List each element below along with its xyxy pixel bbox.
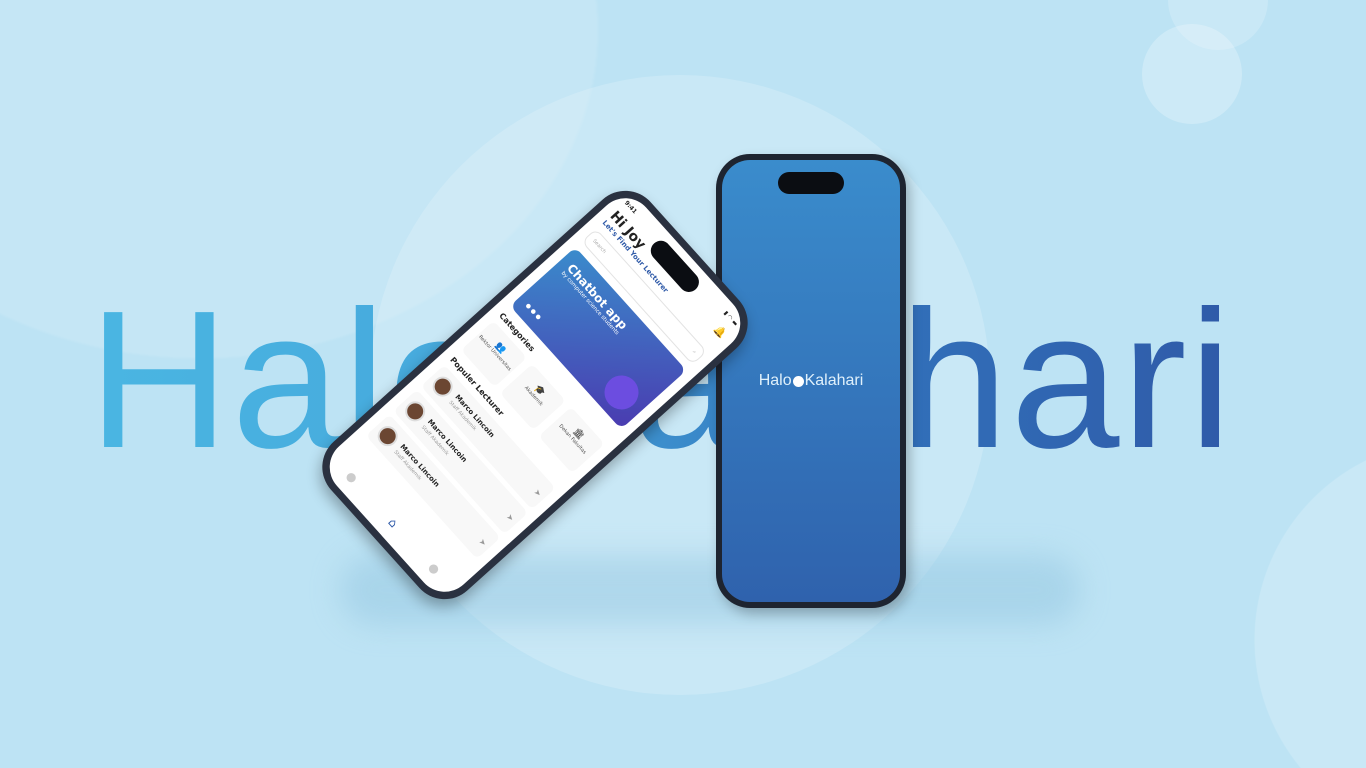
- robot-illustration: [597, 368, 646, 417]
- carousel-dots[interactable]: ●●●: [524, 302, 544, 323]
- app-logo: Halo Kalahari: [758, 372, 864, 389]
- chat-bubble-icon: [792, 375, 804, 387]
- phone-splash: Halo Kalahari: [716, 154, 906, 608]
- chat-icon[interactable]: ●: [343, 469, 360, 486]
- send-icon[interactable]: ➤: [505, 512, 516, 523]
- search-icon: ⌕: [690, 349, 698, 356]
- avatar: [428, 372, 457, 401]
- profile-icon[interactable]: ●: [426, 560, 443, 577]
- dynamic-island: [778, 172, 844, 194]
- send-icon[interactable]: ➤: [478, 537, 489, 548]
- home-icon[interactable]: ⌂: [385, 515, 401, 530]
- avatar: [373, 422, 402, 451]
- bell-icon[interactable]: 🔔: [712, 324, 729, 341]
- avatar: [401, 397, 430, 426]
- send-icon[interactable]: ➤: [533, 487, 544, 498]
